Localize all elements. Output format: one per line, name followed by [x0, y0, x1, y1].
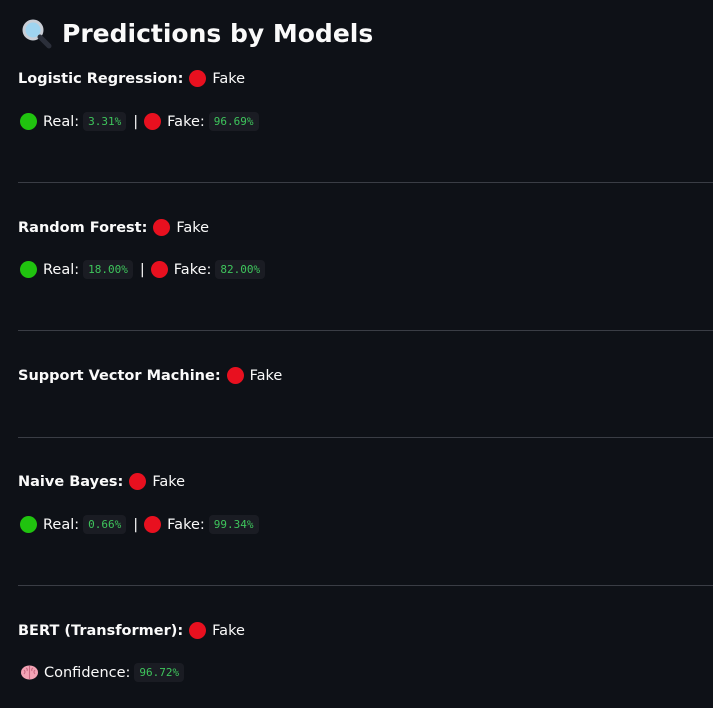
red-circle-icon [144, 113, 162, 130]
separator: | [133, 113, 139, 130]
red-circle-icon [189, 70, 207, 87]
fake-label: Fake: [167, 516, 205, 533]
red-circle-icon [144, 516, 162, 533]
red-circle-icon [150, 261, 168, 278]
divider [18, 437, 713, 438]
red-circle-icon [129, 473, 147, 490]
fake-label: Fake: [167, 113, 205, 130]
green-circle-icon [20, 261, 37, 278]
green-circle-icon [20, 516, 37, 533]
red-circle-icon [226, 367, 244, 384]
page-title: Predictions by Models [20, 17, 373, 49]
real-label: Real: [43, 113, 80, 130]
fake-label: Fake: [173, 261, 212, 278]
model-support-vector-machine: Support Vector Machine: Fake [18, 367, 282, 384]
divider [18, 585, 713, 586]
separator: | [139, 261, 145, 278]
fake-value: 99.34% [208, 515, 259, 534]
prediction-label: Fake [249, 367, 283, 384]
prediction-label: Fake [212, 622, 245, 639]
confidence-bert-transformer: Confidence: 96.72% [20, 663, 189, 682]
divider [18, 330, 713, 331]
probabilities-random-forest: Real: 18.00% | Fake: 82.00% [20, 260, 270, 279]
real-value: 18.00% [83, 260, 133, 279]
model-name: Logistic Regression: [18, 70, 184, 87]
real-value: 3.31% [83, 112, 127, 131]
brain-icon [21, 665, 38, 680]
model-naive-bayes: Naive Bayes: Fake [18, 473, 185, 490]
model-name: Support Vector Machine: [18, 367, 221, 384]
model-logistic-regression: Logistic Regression: Fake [18, 70, 245, 87]
red-circle-icon [189, 622, 207, 639]
probabilities-logistic-regression: Real: 3.31% | Fake: 96.69% [20, 112, 264, 131]
red-circle-icon [153, 219, 171, 236]
real-label: Real: [43, 516, 80, 533]
page-title-text: Predictions by Models [62, 18, 374, 48]
fake-value: 82.00% [215, 260, 266, 279]
fake-value: 96.69% [208, 112, 259, 131]
divider [18, 182, 713, 183]
separator: | [133, 516, 139, 533]
prediction-label: Fake [212, 70, 246, 87]
model-bert-transformer: BERT (Transformer): Fake [18, 622, 245, 639]
probabilities-naive-bayes: Real: 0.66% | Fake: 99.34% [20, 515, 264, 534]
model-name: Random Forest: [18, 219, 148, 236]
prediction-label: Fake [152, 473, 186, 490]
magnifying-glass-icon [22, 19, 52, 49]
real-label: Real: [43, 261, 80, 278]
real-value: 0.66% [83, 515, 127, 534]
model-name: BERT (Transformer): [18, 622, 184, 639]
green-circle-icon [20, 113, 37, 130]
confidence-label: Confidence: [44, 664, 131, 681]
prediction-label: Fake [176, 219, 210, 236]
model-random-forest: Random Forest: Fake [18, 219, 209, 236]
confidence-value: 96.72% [134, 663, 185, 682]
model-name: Naive Bayes: [18, 473, 124, 490]
